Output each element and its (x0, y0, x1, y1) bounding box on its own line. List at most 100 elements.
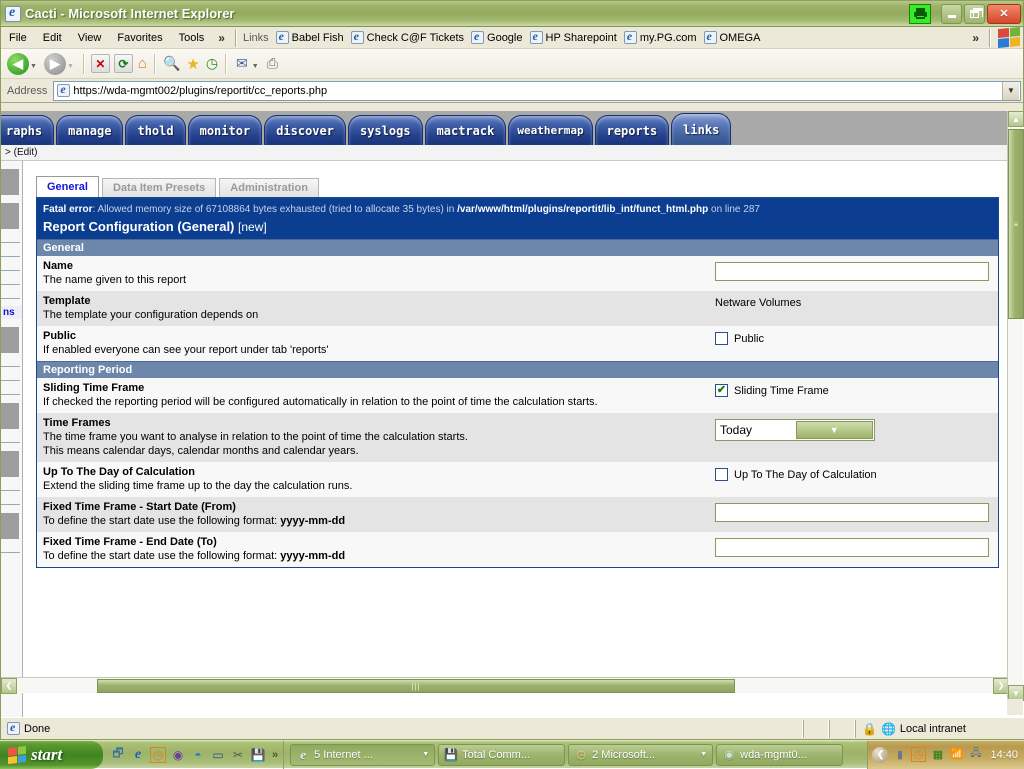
back-dropdown-caret-icon[interactable]: ▼ (30, 63, 37, 70)
address-dropdown-caret-icon[interactable]: ▼ (1002, 82, 1019, 100)
cacti-tab-weathermap[interactable]: weathermap (508, 115, 592, 145)
cacti-tab-monitor[interactable]: monitor (188, 115, 263, 145)
up-to-day-checkbox[interactable] (715, 468, 728, 481)
tray-clock[interactable]: 14:40 (987, 749, 1018, 761)
sidebar-item-label[interactable]: ns (1, 306, 22, 319)
back-button[interactable]: ◀ ▼ (5, 53, 42, 75)
restore-button[interactable] (964, 4, 985, 24)
cacti-tab-mactrack[interactable]: mactrack (425, 115, 507, 145)
save-icon[interactable]: 💾 (250, 747, 266, 763)
security-zone[interactable]: 🔒 🌐 Local intranet (855, 720, 1024, 738)
show-desktop-icon[interactable]: 🗗 (110, 747, 126, 763)
grid-icon[interactable]: ▦ (930, 747, 945, 762)
network-adapter-icon[interactable]: 🖧 (968, 747, 983, 762)
vertical-scroll-thumb[interactable]: ≡ (1008, 129, 1024, 319)
sliding-time-frame-checkbox-group[interactable]: ✔ Sliding Time Frame (715, 384, 829, 397)
menu-edit[interactable]: Edit (35, 29, 70, 47)
clock-icon[interactable]: ◷ (150, 747, 166, 763)
link-my-pg-com[interactable]: my.PG.com (622, 29, 702, 46)
scroll-up-button[interactable]: ▲ (1008, 111, 1024, 127)
forward-button[interactable]: ▶ ▼ (42, 53, 79, 75)
network-signal-icon[interactable]: 📶 (949, 747, 964, 762)
vertical-scrollbar[interactable]: ▲ ≡ ▼ (1007, 111, 1023, 701)
cacti-tab-thold[interactable]: thold (125, 115, 185, 145)
tray-expand-chevron-icon[interactable]: ❮ (872, 747, 888, 763)
task-button-internet-explorer[interactable]: e 5 Internet ... ▼ (290, 744, 435, 766)
task-button-total-commander[interactable]: 💾 Total Comm... (438, 744, 565, 766)
sidebar-item[interactable] (1, 366, 20, 367)
sidebar-item[interactable] (1, 242, 20, 243)
start-date-input[interactable] (715, 503, 989, 522)
task-button-wda-mgmt[interactable]: ◉ wda-mgmt0... (716, 744, 843, 766)
cacti-tab-graphs[interactable]: raphs (1, 115, 54, 145)
public-checkbox-group[interactable]: Public (715, 332, 764, 345)
start-button[interactable]: start (0, 741, 103, 769)
public-checkbox[interactable] (715, 332, 728, 345)
refresh-icon[interactable]: ⟳ (114, 54, 133, 73)
sidebar-item[interactable] (1, 298, 20, 299)
internet-explorer-icon[interactable]: e (130, 747, 146, 763)
mail-dropdown-caret-icon[interactable]: ▼ (252, 63, 259, 70)
menu-view[interactable]: View (70, 29, 110, 47)
menu-favorites[interactable]: Favorites (109, 29, 170, 47)
history-icon[interactable]: ◷ (206, 55, 218, 72)
search-icon[interactable]: 🔍 (163, 55, 180, 72)
cacti-tab-discover[interactable]: discover (264, 115, 346, 145)
floppy-icon: 💾 (444, 748, 458, 762)
sidebar-item[interactable] (1, 552, 20, 553)
chevron-down-icon[interactable]: ▼ (796, 421, 874, 439)
sidebar-item[interactable] (1, 270, 20, 271)
cacti-tab-links[interactable]: links (671, 113, 731, 145)
tools-icon[interactable]: ✂ (230, 747, 246, 763)
favorites-star-icon[interactable]: ★ (186, 55, 199, 73)
media-icon[interactable]: ◓ (190, 747, 206, 763)
menu-file[interactable]: File (1, 29, 35, 47)
menu-overflow-chevron-icon[interactable]: » (212, 31, 231, 45)
window-icon[interactable]: ▭ (210, 747, 226, 763)
link-hp-sharepoint[interactable]: HP Sharepoint (528, 29, 622, 46)
name-input[interactable] (715, 262, 989, 281)
mail-button[interactable]: ✉ ▼ (231, 55, 264, 72)
sidebar-item[interactable] (1, 504, 20, 505)
address-input[interactable]: https://wda-mgmt002/plugins/reportit/cc_… (53, 81, 1021, 101)
end-date-input[interactable] (715, 538, 989, 557)
battery-icon[interactable]: ▮ (892, 747, 907, 762)
sidebar-item[interactable] (1, 284, 20, 285)
printer-icon[interactable] (909, 4, 931, 24)
stop-icon[interactable]: ✕ (91, 54, 110, 73)
chevron-down-icon[interactable]: ▼ (696, 751, 707, 758)
task-button-microsoft-outlook[interactable]: ◷ 2 Microsoft... ▼ (568, 744, 713, 766)
sidebar-item[interactable] (1, 380, 20, 381)
netscape-icon[interactable]: ◉ (170, 747, 186, 763)
close-button[interactable]: ✕ (987, 4, 1021, 24)
minimize-button[interactable] (941, 4, 962, 24)
cacti-tab-syslogs[interactable]: syslogs (348, 115, 423, 145)
cacti-tab-manage[interactable]: manage (56, 115, 123, 145)
sidebar-item[interactable] (1, 442, 20, 443)
up-to-day-checkbox-group[interactable]: Up To The Day of Calculation (715, 468, 877, 481)
link-google[interactable]: Google (469, 29, 527, 46)
sidebar-item[interactable] (1, 394, 20, 395)
menu-tools[interactable]: Tools (171, 29, 213, 47)
link-babel-fish[interactable]: Babel Fish (274, 29, 349, 46)
link-check-caf-tickets[interactable]: Check C@F Tickets (349, 29, 469, 46)
time-frame-select[interactable]: Today ▼ (715, 419, 875, 441)
scroll-left-button[interactable]: ❮ (1, 678, 17, 694)
quicklaunch-overflow-chevron-icon[interactable]: » (272, 749, 278, 761)
tab-administration[interactable]: Administration (219, 178, 319, 197)
cacti-tab-reports[interactable]: reports (595, 115, 670, 145)
sidebar-item[interactable] (1, 256, 20, 257)
tab-general[interactable]: General (36, 176, 99, 197)
links-overflow-chevron-icon[interactable]: » (966, 31, 985, 45)
sidebar-item[interactable] (1, 490, 20, 491)
horizontal-scrollbar[interactable]: ❮ ||| ❯ (1, 677, 1009, 693)
link-omega[interactable]: OMEGA (702, 29, 766, 46)
clock-tray-icon[interactable]: ◷ (911, 747, 926, 762)
task-label: Total Comm... (462, 749, 530, 761)
tab-data-item-presets[interactable]: Data Item Presets (102, 178, 216, 197)
print-icon[interactable]: ⎙ (267, 55, 278, 72)
chevron-down-icon[interactable]: ▼ (418, 751, 429, 758)
horizontal-scroll-thumb[interactable]: ||| (97, 679, 735, 693)
sliding-time-frame-checkbox[interactable]: ✔ (715, 384, 728, 397)
home-icon[interactable]: ⌂ (138, 55, 147, 72)
